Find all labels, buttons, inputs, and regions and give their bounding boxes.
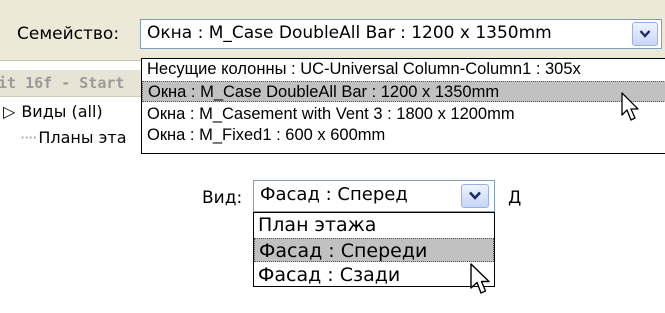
family-list-item[interactable]: Окна : M_Fixed1 : 600 x 600mm bbox=[142, 125, 665, 146]
family-toolbar: Семейство: Окна : M_Case DoubleAll Bar :… bbox=[0, 0, 665, 61]
tree-node-views-label: Виды (all) bbox=[21, 102, 103, 121]
family-list-item[interactable]: Окна : M_Casement with Vent 3 : 1800 x 1… bbox=[142, 104, 665, 125]
view-dropdown-button[interactable] bbox=[461, 184, 489, 208]
tree-node-views[interactable]: ▷ Виды (all) bbox=[3, 102, 103, 121]
family-combobox[interactable]: Окна : M_Case DoubleAll Bar : 1200 x 135… bbox=[140, 19, 662, 49]
view-label: Вид: bbox=[202, 188, 243, 208]
project-browser-tree: it 16f - Start ▷ Виды (all) ···· Планы эта bbox=[0, 70, 142, 155]
project-browser-title: it 16f - Start bbox=[0, 74, 125, 92]
tree-connector: ···· bbox=[20, 128, 37, 147]
next-field-label: Д bbox=[508, 188, 522, 208]
view-list-item[interactable]: План этажа bbox=[254, 213, 494, 237]
view-list-item-selected[interactable]: Фасад : Спереди bbox=[254, 238, 494, 262]
tree-expander-icon[interactable]: ▷ bbox=[3, 102, 15, 121]
mouse-pointer-icon bbox=[621, 92, 639, 121]
family-list-item[interactable]: Несущие колонны : UC-Universal Column-Co… bbox=[142, 59, 665, 80]
family-dropdown-list[interactable]: Несущие колонны : UC-Universal Column-Co… bbox=[141, 58, 665, 154]
view-list-item[interactable]: Фасад : Сзади bbox=[254, 263, 494, 286]
view-dropdown-list[interactable]: План этажа Фасад : Спереди Фасад : Сзади bbox=[253, 212, 495, 287]
view-combobox[interactable]: Фасад : Сперед bbox=[253, 180, 495, 212]
tree-node-plans-label: Планы эта bbox=[38, 128, 127, 147]
mouse-pointer-icon bbox=[470, 263, 490, 294]
chevron-down-icon bbox=[639, 30, 651, 38]
family-dropdown-button[interactable] bbox=[632, 22, 658, 46]
family-combobox-value: Окна : M_Case DoubleAll Bar : 1200 x 135… bbox=[147, 23, 552, 43]
project-browser-caption: it 16f - Start bbox=[0, 70, 142, 97]
view-combobox-value: Фасад : Сперед bbox=[260, 184, 408, 205]
family-list-item-selected[interactable]: Окна : M_Case DoubleAll Bar : 1200 x 135… bbox=[142, 81, 665, 102]
chevron-down-icon bbox=[469, 191, 481, 200]
family-label: Семейство: bbox=[17, 24, 120, 44]
tree-node-plans[interactable]: ···· Планы эта bbox=[20, 128, 127, 147]
